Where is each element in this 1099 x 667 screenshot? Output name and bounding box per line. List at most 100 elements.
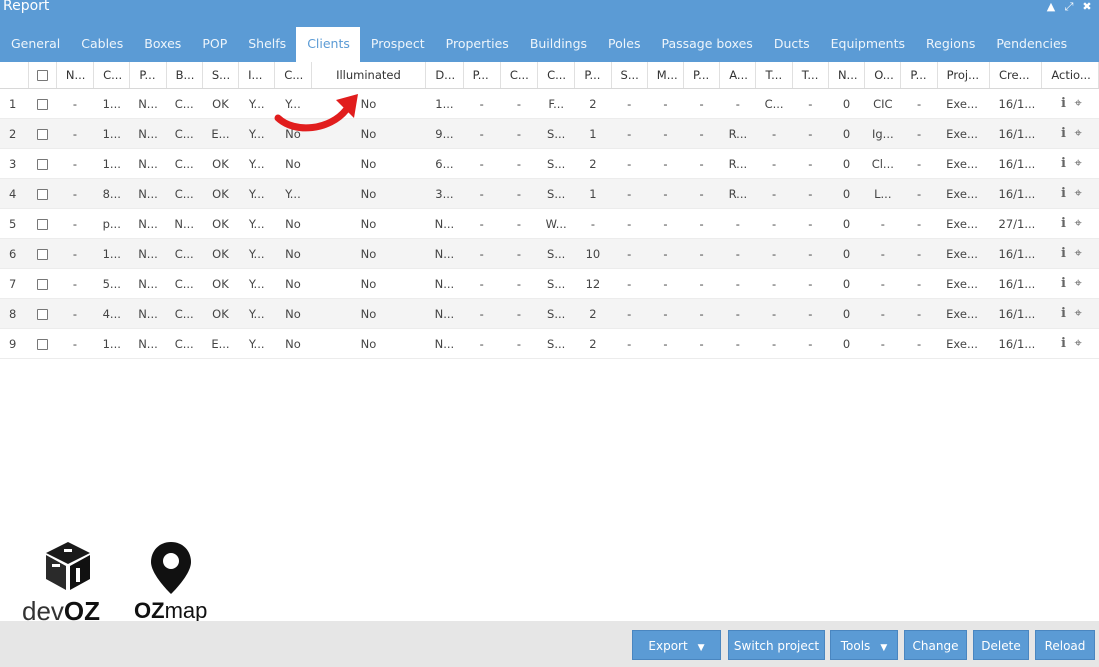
column-header[interactable]: T... — [755, 62, 793, 89]
info-icon[interactable]: i — [1059, 306, 1069, 321]
locate-icon[interactable]: ⌖ — [1075, 186, 1082, 201]
info-icon[interactable]: i — [1059, 246, 1069, 261]
column-header[interactable]: P... — [574, 62, 612, 89]
tab-pop[interactable]: POP — [191, 27, 237, 62]
column-header[interactable]: C... — [500, 62, 539, 89]
info-icon[interactable]: i — [1059, 156, 1069, 171]
column-header[interactable]: Illuminated — [311, 62, 427, 89]
row-checkbox[interactable] — [36, 218, 48, 230]
table-header-row: N... C... P... B... S... I... C... Illuminated D… — [0, 62, 1099, 89]
change-button[interactable]: Change — [904, 630, 967, 660]
table-cell: 0 — [828, 298, 865, 329]
table-cell: - — [900, 88, 938, 119]
tab-poles[interactable]: Poles — [597, 27, 650, 62]
tab-ducts[interactable]: Ducts — [763, 27, 820, 62]
minimize-icon[interactable]: ▲ — [1045, 0, 1057, 14]
table-row[interactable]: 7-5... N... C... OK Y... No No N... - - S... 12- - - -… — [0, 268, 1099, 299]
column-header[interactable]: C... — [274, 62, 312, 89]
tab-cables[interactable]: Cables — [70, 27, 133, 62]
locate-icon[interactable]: ⌖ — [1075, 336, 1082, 351]
info-icon[interactable]: i — [1059, 336, 1069, 351]
tools-button[interactable]: Tools ▼ — [830, 630, 898, 660]
table-cell: - — [56, 118, 94, 149]
table-cell: C... — [166, 178, 203, 209]
export-button[interactable]: Export ▼ — [632, 630, 721, 660]
info-icon[interactable]: i — [1059, 186, 1069, 201]
select-all-checkbox[interactable] — [36, 70, 48, 81]
column-header[interactable]: B... — [166, 62, 203, 89]
table-cell: - — [647, 238, 684, 269]
tab-passage-boxes[interactable]: Passage boxes — [650, 27, 762, 62]
info-icon[interactable]: i — [1059, 96, 1069, 111]
locate-icon[interactable]: ⌖ — [1075, 156, 1082, 171]
tab-buildings[interactable]: Buildings — [519, 27, 597, 62]
table-cell: 3... — [425, 178, 464, 209]
row-checkbox[interactable] — [36, 188, 48, 200]
maximize-icon[interactable]: ⤢ — [1063, 0, 1075, 14]
tab-properties[interactable]: Properties — [435, 27, 519, 62]
table-cell: - — [500, 328, 538, 359]
table-row[interactable]: 4-8... N... C... OK Y... Y... No 3... - - S... 1- - -… — [0, 178, 1099, 209]
table-cell: N... — [425, 208, 464, 239]
column-header[interactable]: N... — [56, 62, 95, 89]
locate-icon[interactable]: ⌖ — [1075, 306, 1082, 321]
row-checkbox[interactable] — [36, 278, 48, 290]
switch-project-button[interactable]: Switch project — [728, 630, 825, 660]
table-row[interactable]: 6-1... N... C... OK Y... No No N... - - S... 10- - - -… — [0, 238, 1099, 269]
locate-icon[interactable]: ⌖ — [1075, 276, 1082, 291]
info-icon[interactable]: i — [1059, 276, 1069, 291]
column-header[interactable]: S... — [202, 62, 240, 89]
row-checkbox[interactable] — [36, 128, 48, 140]
info-icon[interactable]: i — [1059, 126, 1069, 141]
table-cell: p... — [93, 208, 130, 239]
table-row[interactable]: 9-1... N... C... E... Y... No No N... - - S... 2- - -… — [0, 328, 1099, 359]
table-row[interactable]: 1-1... N... C... OK Y... Y... No 1... - - F... 2- - -… — [0, 88, 1099, 119]
footer-toolbar: Export ▼ Switch project Tools ▼ Change Del… — [0, 621, 1099, 667]
locate-icon[interactable]: ⌖ — [1075, 216, 1082, 231]
column-header[interactable]: D... — [425, 62, 464, 89]
row-checkbox[interactable] — [36, 158, 48, 170]
column-header[interactable]: T... — [792, 62, 829, 89]
column-header[interactable]: P... — [683, 62, 721, 89]
locate-icon[interactable]: ⌖ — [1075, 246, 1082, 261]
tab-prospect[interactable]: Prospect — [360, 27, 435, 62]
tab-shelfs[interactable]: Shelfs — [237, 27, 296, 62]
table-cell: E... — [202, 118, 239, 149]
table-row[interactable]: 8-4... N... C... OK Y... No No N... - - S... 2- - - - -… — [0, 298, 1099, 329]
tab-boxes[interactable]: Boxes — [133, 27, 191, 62]
column-header[interactable]: M... — [647, 62, 685, 89]
locate-icon[interactable]: ⌖ — [1075, 96, 1082, 111]
column-header[interactable]: P... — [463, 62, 501, 89]
tab-clients[interactable]: Clients — [296, 27, 360, 62]
column-header[interactable]: O... — [864, 62, 902, 89]
tab-regions[interactable]: Regions — [915, 27, 985, 62]
locate-icon[interactable]: ⌖ — [1075, 126, 1082, 141]
close-icon[interactable]: ✖ — [1081, 0, 1093, 14]
table-cell: - — [574, 208, 612, 239]
table-row[interactable]: 5- p... N... N... OK Y... No No N... - - W... - - - - - -… — [0, 208, 1099, 239]
row-checkbox[interactable] — [36, 98, 48, 110]
table-row[interactable]: 2-1... N... C... E... Y... No No 9... - - S... 1- - -… — [0, 118, 1099, 149]
column-header[interactable]: A... — [719, 62, 757, 89]
column-header[interactable]: P... — [900, 62, 938, 89]
table-row[interactable]: 3-1... N... C... OK Y... No No 6... - - S... 2- - - R.… — [0, 148, 1099, 179]
tab-pendencies[interactable]: Pendencies — [985, 27, 1077, 62]
row-checkbox[interactable] — [36, 308, 48, 320]
table-cell: No — [311, 148, 426, 179]
info-icon[interactable]: i — [1059, 216, 1069, 231]
row-checkbox[interactable] — [36, 338, 48, 350]
column-header[interactable]: S... — [611, 62, 648, 89]
column-header[interactable]: Actio... — [1041, 62, 1099, 89]
reload-button[interactable]: Reload — [1035, 630, 1095, 660]
delete-button[interactable]: Delete — [973, 630, 1029, 660]
column-header[interactable]: Proj... — [937, 62, 991, 89]
row-checkbox[interactable] — [36, 248, 48, 260]
column-header[interactable]: P... — [129, 62, 167, 89]
column-header[interactable]: C... — [537, 62, 576, 89]
tab-general[interactable]: General — [0, 27, 70, 62]
column-header[interactable]: Cre... — [989, 62, 1043, 89]
column-header[interactable]: I... — [238, 62, 276, 89]
column-header[interactable]: N... — [828, 62, 866, 89]
tab-equipments[interactable]: Equipments — [820, 27, 915, 62]
column-header[interactable]: C... — [93, 62, 131, 89]
